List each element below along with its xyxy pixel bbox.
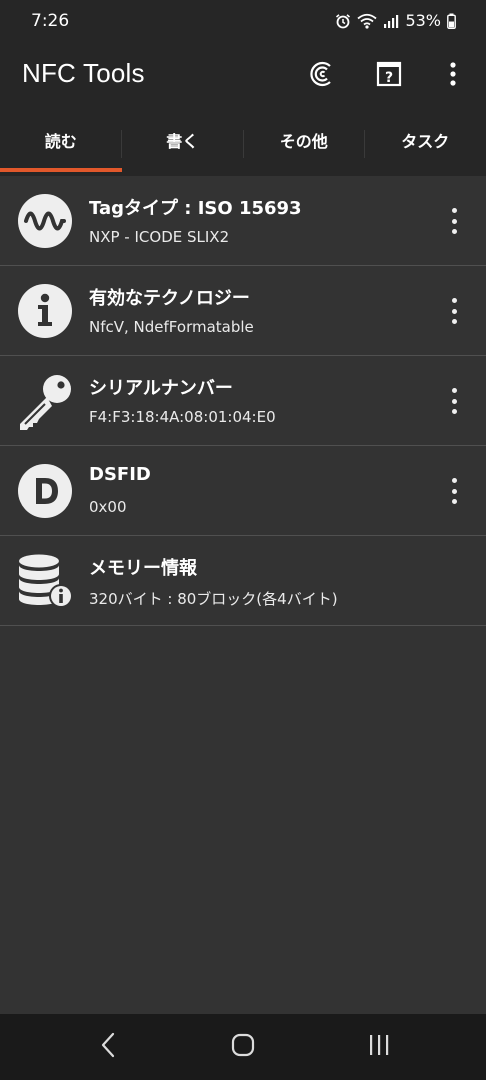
help-book-icon: ?: [376, 61, 402, 91]
tag-info-list: Tagタイプ : ISO 15693 NXP - ICODE SLIX2 有効な…: [0, 176, 486, 626]
nav-recents-button[interactable]: [359, 1032, 399, 1062]
wave-icon: [17, 193, 73, 249]
status-icons: 53%: [335, 11, 456, 30]
status-time: 7:26: [31, 11, 70, 31]
system-nav-bar: [0, 1014, 486, 1080]
tab-tasks[interactable]: タスク: [365, 112, 486, 170]
item-menu-button[interactable]: [446, 478, 462, 504]
tab-divider: [243, 130, 244, 158]
battery-percent: 53%: [405, 11, 441, 30]
list-item-serial-number[interactable]: シリアルナンバー F4:F3:18:4A:08:01:04:E0: [0, 356, 486, 446]
tab-divider: [121, 130, 122, 158]
top-bar: 7:26 53% NFC Tools ? 読む 書く その他 タスク: [0, 0, 486, 176]
info-icon: [17, 283, 73, 339]
alarm-icon: [335, 13, 351, 29]
app-title: NFC Tools: [22, 58, 145, 88]
list-item-dsfid[interactable]: DSFID 0x00: [0, 446, 486, 536]
signal-icon: [383, 14, 399, 28]
d-letter-icon: [17, 463, 73, 519]
item-title: DSFID: [89, 464, 151, 485]
tab-other[interactable]: その他: [243, 112, 365, 170]
list-item-technologies[interactable]: 有効なテクノロジー NfcV, NdefFormatable: [0, 266, 486, 356]
database-info-icon: [17, 553, 73, 609]
overflow-menu-button[interactable]: [433, 56, 473, 96]
list-item-tag-type[interactable]: Tagタイプ : ISO 15693 NXP - ICODE SLIX2: [0, 176, 486, 266]
item-menu-button[interactable]: [446, 388, 462, 414]
item-title: Tagタイプ : ISO 15693: [89, 198, 302, 219]
tab-read[interactable]: 読む: [0, 112, 122, 172]
svg-text:?: ?: [385, 70, 393, 86]
item-title: 有効なテクノロジー: [89, 288, 250, 309]
item-subtitle: 0x00: [89, 498, 127, 516]
item-title: シリアルナンバー: [89, 378, 233, 399]
more-vert-icon: [449, 62, 457, 90]
wifi-icon: [357, 13, 378, 29]
back-chevron-icon: [100, 1032, 116, 1062]
status-bar: 7:26 53%: [0, 0, 486, 44]
nav-home-button[interactable]: [223, 1032, 263, 1062]
item-menu-button[interactable]: [446, 298, 462, 324]
item-subtitle: F4:F3:18:4A:08:01:04:E0: [89, 408, 276, 426]
nav-back-button[interactable]: [88, 1032, 128, 1062]
list-item-memory-info[interactable]: メモリー情報 320バイト : 80ブロック(各4バイト): [0, 536, 486, 626]
key-icon: [17, 373, 73, 430]
item-menu-button[interactable]: [446, 208, 462, 234]
recents-icon: [368, 1034, 390, 1060]
item-title: メモリー情報: [89, 558, 197, 579]
nfc-icon: [309, 61, 335, 91]
home-icon: [231, 1033, 255, 1061]
nfc-scan-button[interactable]: [302, 56, 342, 96]
battery-icon: [447, 13, 456, 29]
item-subtitle: 320バイト : 80ブロック(各4バイト): [89, 590, 338, 608]
item-subtitle: NXP - ICODE SLIX2: [89, 228, 230, 246]
item-subtitle: NfcV, NdefFormatable: [89, 318, 254, 336]
app-bar: NFC Tools ?: [0, 44, 486, 108]
tab-divider: [364, 130, 365, 158]
tab-write[interactable]: 書く: [122, 112, 244, 170]
help-button[interactable]: ?: [369, 56, 409, 96]
